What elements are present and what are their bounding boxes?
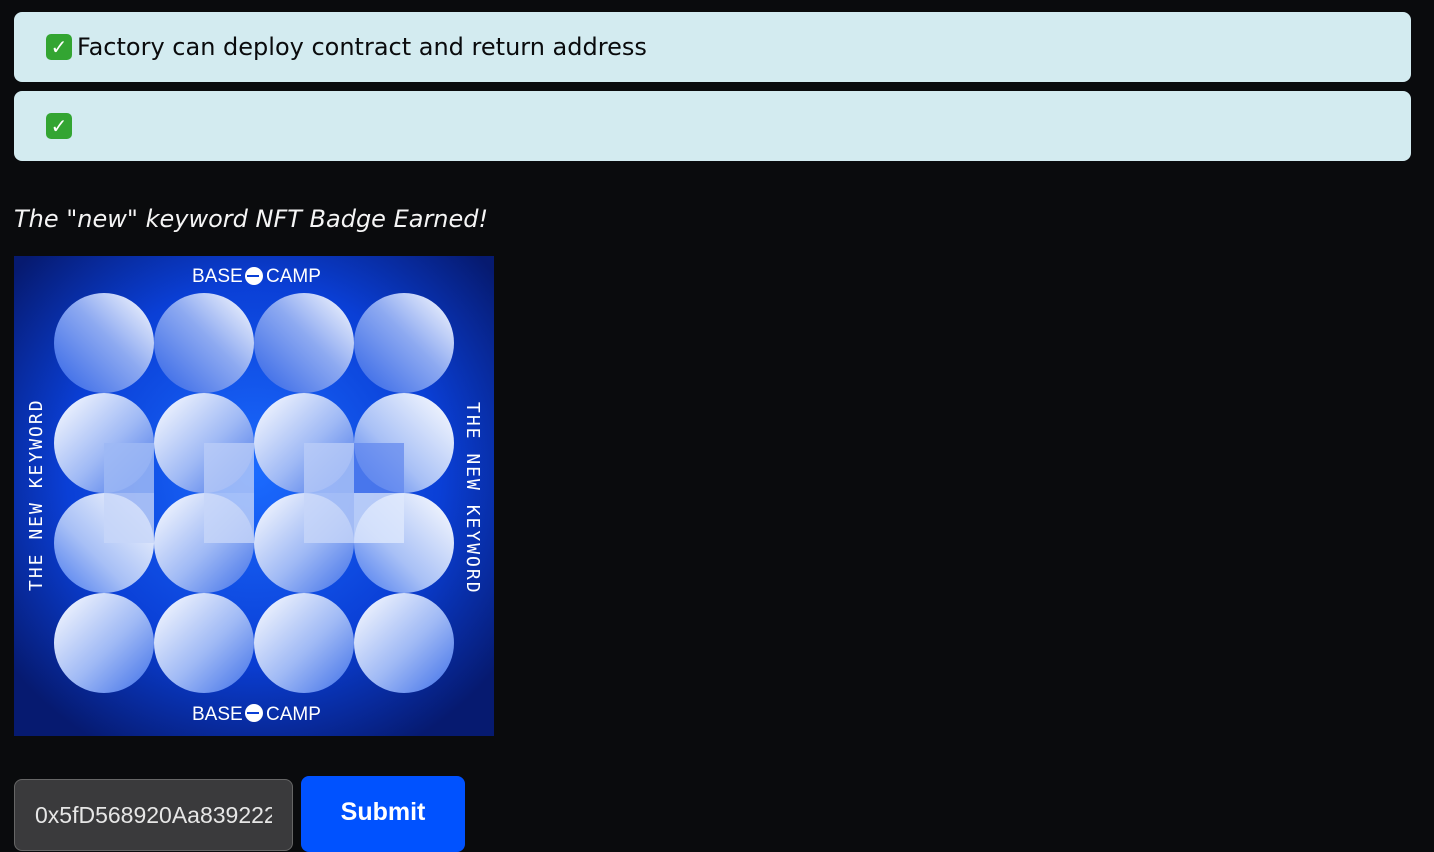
address-input[interactable] bbox=[14, 779, 293, 851]
badge-brand-bottom: BASE bbox=[192, 704, 243, 725]
test-result-row: ✓ Factory can deploy contract and return… bbox=[14, 12, 1411, 82]
submit-button[interactable]: Submit bbox=[301, 776, 465, 852]
check-mark-icon: ✓ bbox=[46, 34, 72, 60]
nft-badge-image: BASE CAMP BASE CAMP THE NEW KEYWORD THE … bbox=[14, 256, 494, 736]
badge-side-label-left: THE NEW KEYWORD bbox=[26, 398, 47, 591]
test-result-row: ✓ bbox=[14, 91, 1411, 161]
badge-earned-title: The "new" keyword NFT Badge Earned! bbox=[14, 205, 489, 233]
test-result-text: Factory can deploy contract and return a… bbox=[77, 33, 647, 61]
badge-brand-top: BASE bbox=[192, 266, 243, 287]
check-mark-icon: ✓ bbox=[46, 113, 72, 139]
badge-brand-bottom-2: CAMP bbox=[266, 704, 321, 725]
badge-side-label-right: THE NEW KEYWORD bbox=[462, 402, 483, 595]
badge-brand-top-2: CAMP bbox=[266, 266, 321, 287]
